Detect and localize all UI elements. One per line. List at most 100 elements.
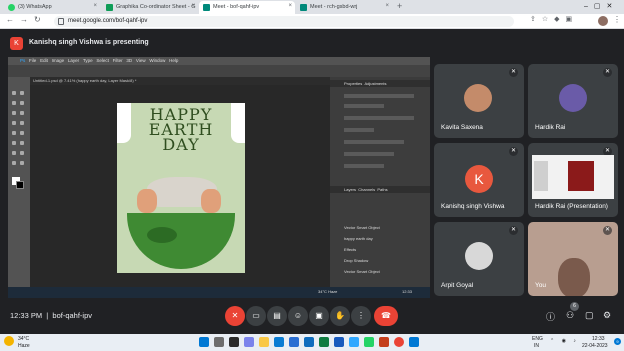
stamp-tool-icon — [20, 121, 24, 125]
participant-tile-presentation[interactable]: ✕ Hardik Rai (Presentation) — [528, 143, 618, 217]
presenting-label: Kanishq singh Vishwa is presenting — [29, 39, 149, 46]
ps-taskbar-clock: 12:33 — [402, 289, 413, 294]
chrome-icon[interactable] — [394, 337, 404, 347]
mic-off-icon: ✕ — [603, 68, 612, 77]
layer-item[interactable]: Vector Smart Object — [344, 266, 380, 277]
tab-meet-active[interactable]: Meet - bof-qahf-ipv × — [199, 1, 295, 14]
participant-tile[interactable]: ✕ Arpit Goyal — [434, 222, 524, 296]
language-region: IN — [534, 343, 539, 349]
task-view-icon[interactable] — [229, 337, 239, 347]
store-icon[interactable] — [289, 337, 299, 347]
close-icon[interactable]: × — [288, 3, 292, 9]
close-icon[interactable]: × — [191, 3, 195, 9]
sheets-icon — [106, 4, 113, 11]
teams-icon[interactable] — [244, 337, 254, 347]
marquee-tool-icon — [20, 91, 24, 95]
raise-hand-button[interactable]: ✋ — [330, 306, 350, 326]
mail-icon[interactable] — [304, 337, 314, 347]
weather-temp: 34°C — [18, 336, 30, 342]
system-tray-icons[interactable]: ⌃ ◉ ♪ — [550, 338, 579, 344]
select-tool-icon — [20, 101, 24, 105]
back-icon[interactable]: ← — [6, 15, 14, 24]
self-video-tile[interactable]: ✕ You — [528, 222, 618, 296]
search-icon[interactable] — [214, 337, 224, 347]
close-icon[interactable]: × — [93, 3, 97, 9]
shape-tool-icon — [20, 151, 24, 155]
whatsapp-icon[interactable] — [364, 337, 374, 347]
activities-icon[interactable]: ⚙ — [603, 310, 611, 321]
screen: (3) WhatsApp × Graphika Co-ordinator Shee… — [0, 0, 624, 351]
tab-whatsapp[interactable]: (3) WhatsApp × — [4, 1, 100, 14]
move-tool-icon — [12, 91, 16, 95]
close-icon[interactable]: × — [385, 3, 389, 9]
tab-sheets[interactable]: Graphika Co-ordinator Sheet - G × — [102, 1, 198, 14]
tab-meet-2[interactable]: Meet - rch-gsbd-wrj × — [296, 1, 392, 14]
excel-icon[interactable] — [319, 337, 329, 347]
word-icon[interactable] — [334, 337, 344, 347]
hand-tool-icon — [12, 161, 16, 165]
profile-avatar[interactable] — [598, 16, 608, 26]
notification-badge[interactable]: 9 — [614, 338, 621, 345]
more-menu-icon[interactable]: ⋮ — [613, 15, 621, 24]
leave-call-button[interactable]: ☎ — [374, 306, 398, 326]
participant-name: You — [535, 282, 546, 289]
gradient-tool-icon — [20, 131, 24, 135]
eraser-tool-icon — [12, 131, 16, 135]
elephant-calf — [201, 189, 221, 213]
lasso-tool-icon — [12, 101, 16, 105]
address-bar[interactable]: meet.google.com/bof-qahf-ipv — [54, 16, 514, 27]
participant-tile[interactable]: ✕ Hardik Rai — [528, 64, 618, 138]
self-camera-person — [558, 258, 590, 296]
meet-icon — [300, 4, 307, 11]
browser-toolbar-icons[interactable]: ⇪☆◆▣ — [530, 15, 578, 23]
ps-taskbar-weather: 34°C Haze — [318, 289, 338, 294]
eyedropper-tool-icon — [20, 111, 24, 115]
avatar — [464, 84, 492, 112]
mic-off-icon: ✕ — [603, 226, 612, 235]
powerpoint-icon[interactable] — [379, 337, 389, 347]
camera-toggle-button[interactable]: ▭ — [246, 306, 266, 326]
ps-options-bar — [8, 65, 430, 77]
start-icon[interactable] — [199, 337, 209, 347]
brush-tool-icon — [12, 121, 16, 125]
info-icon[interactable]: ⓘ — [546, 310, 555, 323]
layers-list: Vector Smart Object happy earth day Effe… — [344, 222, 380, 277]
zoom-tool-icon — [20, 161, 24, 165]
weather-icon — [4, 336, 14, 346]
reactions-button[interactable]: ☺ — [288, 306, 308, 326]
presenter-badge: K — [10, 37, 23, 50]
participant-tile[interactable]: ✕ Kavita Saxena — [434, 64, 524, 138]
people-icon[interactable]: ⚇ — [566, 310, 574, 321]
present-button[interactable]: ▣ — [309, 306, 329, 326]
taskbar-clock[interactable]: 12:33 — [592, 336, 605, 342]
participant-name: Hardik Rai (Presentation) — [535, 203, 608, 210]
mic-toggle-button[interactable]: ✕ — [225, 306, 245, 326]
presentation-thumbnail — [532, 155, 614, 199]
photoshop-icon[interactable] — [349, 337, 359, 347]
window-controls[interactable]: –▢✕ — [584, 2, 618, 10]
captions-button[interactable]: ▤ — [267, 306, 287, 326]
weather-label: Haze — [18, 343, 30, 349]
edge-icon[interactable] — [274, 337, 284, 347]
pen-tool-icon — [12, 141, 16, 145]
taskbar-date: 22-04-2023 — [582, 343, 608, 349]
type-tool-icon — [20, 141, 24, 145]
new-tab-button[interactable]: + — [397, 1, 402, 11]
outlook-icon[interactable] — [409, 337, 419, 347]
poster-title: HAPPY EARTH DAY — [148, 105, 214, 154]
reload-icon[interactable]: ↻ — [34, 15, 41, 24]
layer-item[interactable]: Effects — [344, 244, 380, 255]
layer-item[interactable]: Drop Shadow — [344, 255, 380, 266]
layer-item[interactable]: Vector Smart Object — [344, 222, 380, 233]
earth-day-poster: HAPPY EARTH DAY — [117, 103, 245, 273]
file-explorer-icon[interactable] — [259, 337, 269, 347]
chat-icon[interactable]: ▢ — [585, 310, 594, 321]
forward-icon[interactable]: → — [20, 15, 28, 24]
meet-icon — [203, 4, 210, 11]
language-indicator[interactable]: ENG — [532, 336, 543, 342]
participant-name: Kanishq singh Vishwa — [441, 203, 505, 210]
more-options-button[interactable]: ⋮ — [351, 306, 371, 326]
layer-item[interactable]: happy earth day — [344, 233, 380, 244]
background-color-swatch — [16, 181, 24, 189]
participant-tile[interactable]: ✕ K Kanishq singh Vishwa — [434, 143, 524, 217]
